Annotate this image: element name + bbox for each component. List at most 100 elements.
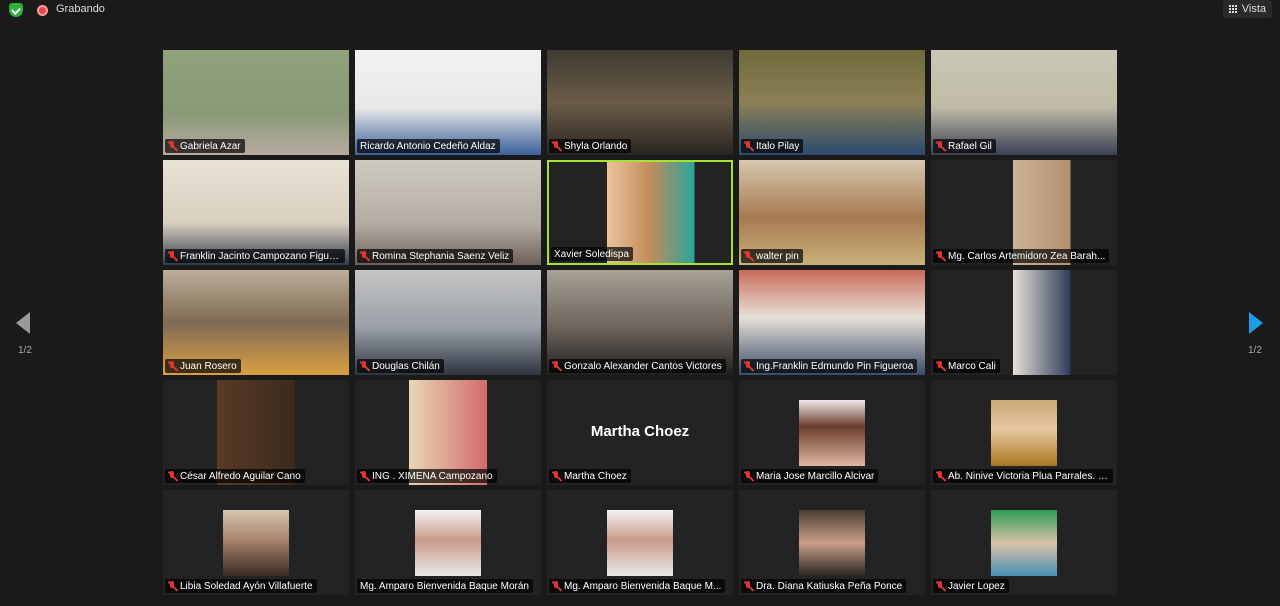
- muted-microphone-icon: [936, 470, 945, 482]
- participant-tile[interactable]: walter pin: [739, 160, 925, 265]
- recording-label: Grabando: [56, 3, 105, 15]
- participant-name: Rafael Gil: [948, 140, 992, 152]
- participant-name: Marco Cali: [948, 360, 996, 372]
- participant-name: César Alfredo Aguilar Cano: [180, 470, 301, 482]
- participant-name-tag: César Alfredo Aguilar Cano: [165, 469, 305, 483]
- participant-name-tag: Dra. Diana Katiuska Peña Ponce: [741, 579, 907, 593]
- participant-name: Mg. Amparo Bienvenida Baque M...: [564, 580, 722, 592]
- participant-tile[interactable]: Ab. Ninive Victoria Plua Parrales. E...: [931, 380, 1117, 485]
- page-indicator-left: 1/2: [18, 345, 32, 356]
- muted-microphone-icon: [936, 360, 945, 372]
- participant-tile[interactable]: Gonzalo Alexander Cantos Victores: [547, 270, 733, 375]
- muted-microphone-icon: [168, 360, 177, 372]
- participant-name: Juan Rosero: [180, 360, 237, 372]
- participant-profile-picture: [991, 400, 1057, 466]
- participant-name-tag: Juan Rosero: [165, 359, 241, 373]
- participant-display-name: Martha Choez: [590, 423, 690, 440]
- participant-name: Gonzalo Alexander Cantos Victores: [564, 360, 722, 372]
- participant-tile[interactable]: Libia Soledad Ayón Villafuerte: [163, 490, 349, 595]
- previous-page-button[interactable]: [16, 312, 32, 336]
- participant-name: Shyla Orlando: [564, 140, 628, 152]
- participant-profile-picture: [991, 510, 1057, 576]
- participant-name-tag: ING . XIMENA Campozano: [357, 469, 497, 483]
- participant-name-tag: Romina Stephania Saenz Veliz: [357, 249, 514, 263]
- participant-tile[interactable]: Maria Jose Marcillo Alcivar: [739, 380, 925, 485]
- participant-tile[interactable]: Franklin Jacinto Campozano Figue...: [163, 160, 349, 265]
- participant-tile[interactable]: ING . XIMENA Campozano: [355, 380, 541, 485]
- participant-name: Romina Stephania Saenz Veliz: [372, 250, 510, 262]
- participant-name-tag: Marco Cali: [933, 359, 1000, 373]
- participant-tile[interactable]: Xavier Soledispa: [547, 160, 733, 265]
- participant-tile[interactable]: César Alfredo Aguilar Cano: [163, 380, 349, 485]
- participant-name-tag: Martha Choez: [549, 469, 631, 483]
- participant-name-tag: Libia Soledad Ayón Villafuerte: [165, 579, 317, 593]
- participant-name-tag: Italo Pilay: [741, 139, 804, 153]
- next-page-button[interactable]: [1249, 312, 1265, 336]
- participant-name-tag: Ricardo Antonio Cedeño Aldaz: [357, 139, 500, 153]
- participant-tile[interactable]: Douglas Chilán: [355, 270, 541, 375]
- muted-microphone-icon: [936, 250, 945, 262]
- participant-tile[interactable]: Juan Rosero: [163, 270, 349, 375]
- muted-microphone-icon: [168, 580, 177, 592]
- muted-microphone-icon: [744, 250, 753, 262]
- participant-profile-picture: [607, 510, 673, 576]
- participant-tile[interactable]: Italo Pilay: [739, 50, 925, 155]
- muted-microphone-icon: [552, 360, 561, 372]
- participant-name: Mg. Amparo Bienvenida Baque Morán: [360, 580, 529, 592]
- muted-microphone-icon: [744, 360, 753, 372]
- participant-tile[interactable]: Romina Stephania Saenz Veliz: [355, 160, 541, 265]
- participant-name: Martha Choez: [564, 470, 627, 482]
- participant-name: Italo Pilay: [756, 140, 800, 152]
- muted-microphone-icon: [168, 140, 177, 152]
- participant-tile[interactable]: Javier Lopez: [931, 490, 1117, 595]
- grid-view-icon: [1229, 5, 1238, 14]
- participant-tile[interactable]: Mg. Amparo Bienvenida Baque M...: [547, 490, 733, 595]
- participant-tile[interactable]: Mg. Amparo Bienvenida Baque Morán: [355, 490, 541, 595]
- participant-profile-picture: [223, 510, 289, 576]
- muted-microphone-icon: [936, 580, 945, 592]
- participant-name-tag: Mg. Carlos Artemidoro Zea Barah...: [933, 249, 1110, 263]
- participant-name-tag: Douglas Chilán: [357, 359, 444, 373]
- participant-name: Gabriela Azar: [180, 140, 241, 152]
- participant-name: Franklin Jacinto Campozano Figue...: [180, 250, 341, 262]
- participant-name-tag: Gonzalo Alexander Cantos Victores: [549, 359, 726, 373]
- meeting-top-bar: Grabando Vista: [0, 0, 1280, 22]
- participant-name: Douglas Chilán: [372, 360, 440, 372]
- muted-microphone-icon: [552, 580, 561, 592]
- participant-profile-picture: [799, 510, 865, 576]
- participant-tile[interactable]: Rafael Gil: [931, 50, 1117, 155]
- view-button-label: Vista: [1241, 3, 1266, 15]
- participant-name-tag: Mg. Amparo Bienvenida Baque Morán: [357, 579, 533, 593]
- participant-name-tag: walter pin: [741, 249, 803, 263]
- participant-name: ING . XIMENA Campozano: [372, 470, 493, 482]
- muted-microphone-icon: [552, 140, 561, 152]
- muted-microphone-icon: [744, 140, 753, 152]
- view-button[interactable]: Vista: [1222, 0, 1272, 18]
- participant-name-tag: Mg. Amparo Bienvenida Baque M...: [549, 579, 726, 593]
- participant-name-tag: Gabriela Azar: [165, 139, 245, 153]
- participant-tile[interactable]: Mg. Carlos Artemidoro Zea Barah...: [931, 160, 1117, 265]
- participant-name-tag: Maria Jose Marcillo Alcivar: [741, 469, 879, 483]
- participant-name: walter pin: [756, 250, 799, 262]
- page-indicator-right: 1/2: [1248, 345, 1262, 356]
- muted-microphone-icon: [936, 140, 945, 152]
- participant-tile[interactable]: Dra. Diana Katiuska Peña Ponce: [739, 490, 925, 595]
- muted-microphone-icon: [744, 580, 753, 592]
- participant-tile[interactable]: Ing.Franklin Edmundo Pin Figueroa: [739, 270, 925, 375]
- security-shield-icon[interactable]: [9, 3, 23, 17]
- participant-tile[interactable]: Shyla Orlando: [547, 50, 733, 155]
- participant-tile[interactable]: Ricardo Antonio Cedeño Aldaz: [355, 50, 541, 155]
- muted-microphone-icon: [168, 470, 177, 482]
- recording-icon: [37, 5, 48, 16]
- muted-microphone-icon: [360, 470, 369, 482]
- participant-tile[interactable]: Martha Choez Martha Choez: [547, 380, 733, 485]
- participant-name-tag: Javier Lopez: [933, 579, 1009, 593]
- participant-gallery: Gabriela Azar Ricardo Antonio Cedeño Alda…: [163, 50, 1117, 595]
- participant-tile[interactable]: Gabriela Azar: [163, 50, 349, 155]
- participant-tile[interactable]: Marco Cali: [931, 270, 1117, 375]
- participant-name: Libia Soledad Ayón Villafuerte: [180, 580, 313, 592]
- participant-name-tag: Franklin Jacinto Campozano Figue...: [165, 249, 345, 263]
- muted-microphone-icon: [168, 250, 177, 262]
- participant-name: Ab. Ninive Victoria Plua Parrales. E...: [948, 470, 1109, 482]
- participant-name: Ing.Franklin Edmundo Pin Figueroa: [756, 360, 914, 372]
